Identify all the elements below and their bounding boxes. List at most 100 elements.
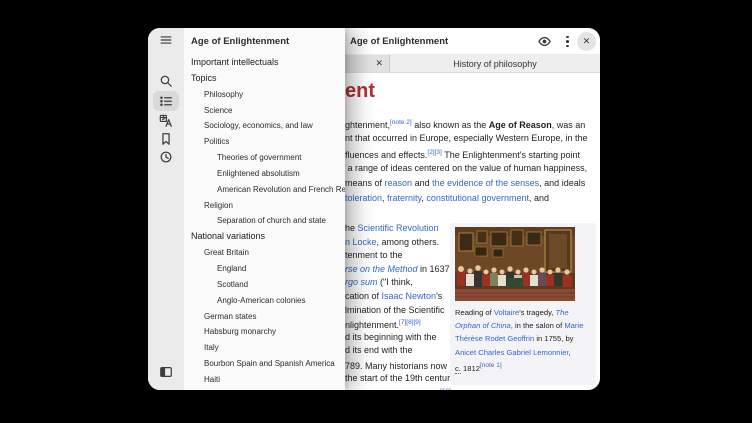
kebab-menu-icon — [566, 36, 569, 48]
wiki-link[interactable]: [7][8][9] — [399, 319, 421, 326]
wiki-link[interactable]: constitutional government — [426, 193, 529, 203]
wiki-link[interactable]: fraternity — [387, 193, 421, 203]
toc-item[interactable]: Religion — [184, 198, 345, 214]
text-segment: , in the salon of — [511, 321, 565, 330]
text-segment: Reading of — [455, 308, 494, 317]
window-title: Age of Enlightenment — [350, 28, 448, 55]
toc-item[interactable]: Sociology, economics, and law — [184, 118, 345, 134]
list-bullet-icon — [159, 94, 173, 108]
toc-item[interactable]: Science — [184, 103, 345, 119]
toc-item[interactable]: Habsburg monarchy — [184, 324, 345, 340]
toc-item[interactable]: Politics — [184, 134, 345, 150]
wiki-link[interactable]: Isaac Newton — [382, 291, 437, 301]
wiki-link[interactable]: the evidence of the senses — [432, 178, 539, 188]
text-segment: nt that occurred in Europe, especially W… — [345, 133, 587, 143]
wiki-link[interactable]: n Locke — [345, 237, 377, 247]
wiki-link[interactable]: [note 1] — [480, 362, 502, 369]
toc-item[interactable]: Philosophy — [184, 87, 345, 103]
article-text-line: ghtenment,[note 2] also known as the Age… — [345, 116, 585, 132]
toc-item[interactable]: Topics — [184, 71, 345, 87]
wiki-link[interactable]: Voltaire — [494, 308, 519, 317]
window-close-button[interactable]: ✕ — [577, 32, 596, 51]
toc-title: Age of Enlightenment — [191, 28, 289, 55]
text-segment: tenment to the — [345, 250, 403, 260]
article-figure[interactable]: Reading of Voltaire's tragedy, TheOrphan… — [450, 223, 596, 385]
sidebar-toggle-icon — [159, 365, 173, 379]
article-heading-fragment: ent — [345, 79, 375, 103]
tab-close-icon[interactable]: ✕ — [375, 55, 383, 72]
toc-item[interactable]: Scotland — [184, 277, 345, 293]
text-segment: d its end with the — [345, 345, 413, 355]
wiki-link[interactable]: Orphan of China — [455, 321, 511, 330]
text-segment: ghtenment, — [345, 120, 390, 130]
toc-item[interactable]: Bourbon Spain and Spanish America — [184, 356, 345, 372]
toc-visibility-button[interactable] — [535, 32, 554, 51]
text-segment: and — [412, 178, 432, 188]
toc-item[interactable]: Haiti — [184, 372, 345, 388]
toc-item[interactable]: German states — [184, 309, 345, 325]
search-icon — [159, 74, 173, 88]
wiki-link[interactable]: rse on the Method — [345, 264, 418, 274]
toc-item[interactable]: Anglo-American colonies — [184, 293, 345, 309]
text-segment: , and ideals — [539, 178, 585, 188]
eye-icon — [537, 34, 552, 49]
hamburger-icon — [159, 33, 173, 47]
caption-line: Reading of Voltaire's tragedy, The — [455, 306, 588, 319]
search-button[interactable] — [158, 73, 174, 89]
wiki-link[interactable]: Immanuel Kant — [345, 389, 406, 390]
wiki-link[interactable]: rgo sum — [345, 277, 378, 287]
toc-item[interactable]: Enlightened absolutism — [184, 166, 345, 182]
toc-item[interactable]: National variations — [184, 229, 345, 245]
wiki-link[interactable]: [2][3] — [427, 149, 441, 156]
desktop-background: Age of Enlightenment ✕ ✕ History of phil… — [0, 0, 752, 423]
wiki-link[interactable]: [10] — [440, 388, 451, 390]
text-segment: in 1637, — [418, 264, 453, 274]
text-segment: , was an — [552, 120, 586, 130]
article-text-line: toleration, fraternity, constitutional g… — [345, 191, 549, 205]
bookmarks-button[interactable] — [158, 131, 174, 147]
wiki-link[interactable]: Scientific Revolution — [358, 223, 439, 233]
wiki-link[interactable]: Anicet Charles Gabriel Lemonnier — [455, 348, 569, 357]
text-segment: , — [569, 348, 571, 357]
toc-item[interactable]: Separation of church and state — [184, 213, 345, 229]
wiki-link[interactable]: The — [556, 308, 569, 317]
hamburger-menu-button[interactable] — [158, 32, 174, 48]
text-segment: fluences and effects. — [345, 150, 427, 160]
text-segment: he — [345, 223, 358, 233]
text-segment: , and — [529, 193, 549, 203]
toc-item[interactable]: American Revolution and French Revolutio… — [184, 182, 345, 198]
toc-item[interactable]: Italy — [184, 340, 345, 356]
wiki-link[interactable]: [note 2] — [390, 119, 412, 126]
text-segment: d its beginning with the — [345, 332, 437, 342]
sidebar-overlay: Age of Enlightenment Important intellect… — [148, 28, 345, 390]
languages-button[interactable] — [158, 113, 174, 129]
article-text-line: Immanuel Kant in 1804.[10] — [345, 385, 451, 390]
wiki-link[interactable]: reason — [385, 178, 413, 188]
wiki-link[interactable]: Thérèse Rodet Geoffrin — [455, 334, 534, 343]
toc-item[interactable]: Theories of government — [184, 150, 345, 166]
text-segment: 1812 — [461, 364, 480, 373]
text-segment: also known as the — [412, 120, 489, 130]
main-menu-button[interactable] — [558, 32, 577, 51]
text-segment: in 1755, by — [534, 334, 573, 343]
tab-history-of-philosophy[interactable]: History of philosophy — [390, 55, 600, 72]
toc-pane: Age of Enlightenment Important intellect… — [184, 28, 345, 390]
wiki-link[interactable]: Marie — [564, 321, 583, 330]
caption-line: Orphan of China, in the salon of Marie — [455, 319, 588, 332]
wiki-link[interactable]: toleration — [345, 193, 382, 203]
toc-item[interactable]: Great Britain — [184, 245, 345, 261]
text-segment: ("I think, — [378, 277, 413, 287]
text-segment: means of — [345, 178, 385, 188]
translate-icon — [159, 114, 173, 128]
caption-line: Thérèse Rodet Geoffrin in 1755, by — [455, 332, 588, 345]
article-text-line: lmination of the Scientific — [345, 303, 445, 317]
toc-button[interactable] — [158, 93, 174, 109]
toc-item[interactable]: England — [184, 261, 345, 277]
toc-item[interactable]: Important intellectuals — [184, 55, 345, 71]
sidebar-icon-strip — [148, 28, 184, 390]
article-text-line: cation of Isaac Newton's — [345, 289, 442, 303]
flap-toggle-button[interactable] — [158, 364, 174, 380]
history-button[interactable] — [158, 149, 174, 165]
toc-list: Important intellectualsTopicsPhilosophyS… — [184, 55, 345, 388]
text-segment: 789. Many historians now — [345, 361, 447, 371]
